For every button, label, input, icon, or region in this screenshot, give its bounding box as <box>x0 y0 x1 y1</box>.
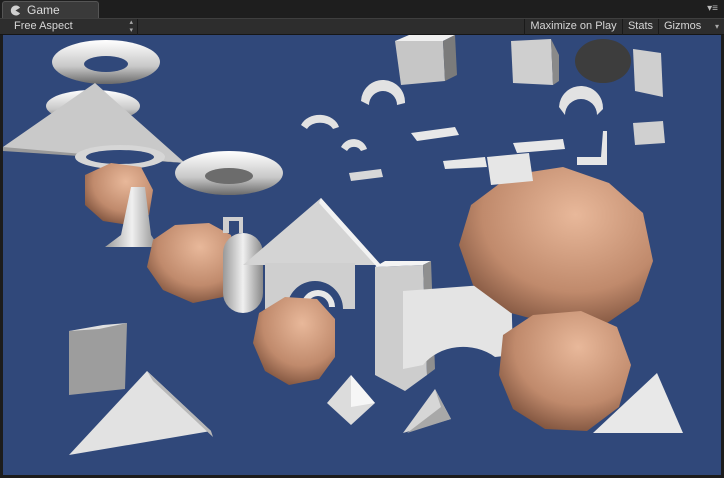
tab-game[interactable]: Game <box>2 1 99 18</box>
gizmos-dropdown[interactable]: Gizmos ▾ <box>658 19 724 35</box>
torus-mid <box>175 151 283 195</box>
pacman-icon <box>10 5 21 16</box>
game-viewport[interactable] <box>3 35 721 475</box>
corner-piece <box>577 131 607 165</box>
maximize-label: Maximize on Play <box>530 20 617 32</box>
updown-arrows-icon: ▴ ▾ <box>129 19 133 34</box>
rock-2 <box>147 223 235 303</box>
scene-render <box>3 35 683 455</box>
arch-small-3 <box>341 139 367 151</box>
tab-bar: Game ▾≡ <box>0 0 724 18</box>
cube-small-right <box>633 121 665 145</box>
stats-label: Stats <box>627 20 654 32</box>
gizmos-label: Gizmos <box>664 20 702 32</box>
slab-1 <box>411 127 459 141</box>
capsule <box>223 233 263 313</box>
stats-button[interactable]: Stats <box>622 19 658 35</box>
chevron-down-icon: ▾ <box>714 22 719 31</box>
roof-prism <box>243 198 381 265</box>
box-floating <box>487 153 533 185</box>
arch-small-4 <box>559 85 604 115</box>
tab-label: Game <box>27 3 60 17</box>
cube-top-1 <box>395 35 457 85</box>
panel-menu-icon[interactable]: ▾≡ <box>702 3 718 15</box>
torus-top <box>52 40 160 84</box>
slab-3 <box>443 157 487 169</box>
cube-top-2 <box>511 39 559 85</box>
aspect-dropdown[interactable]: Free Aspect ▴ ▾ <box>8 19 138 35</box>
maximize-on-play-button[interactable]: Maximize on Play <box>524 19 622 35</box>
rock-right <box>499 311 631 431</box>
slab-2 <box>349 169 383 181</box>
game-toolbar: Free Aspect ▴ ▾ Maximize on Play Stats Gi… <box>0 18 724 35</box>
arch-small-2 <box>301 114 339 129</box>
cube-left <box>69 323 127 395</box>
slab-4 <box>513 139 565 153</box>
aspect-label: Free Aspect <box>14 20 73 32</box>
rock-3 <box>253 297 335 385</box>
arch-small-1 <box>361 79 406 105</box>
